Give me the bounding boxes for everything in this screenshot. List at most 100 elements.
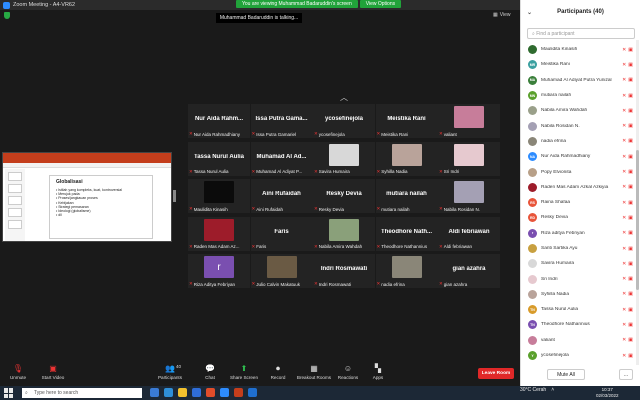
file-explorer-icon[interactable] bbox=[178, 388, 187, 397]
participant-row[interactable]: Maulidita Kinasih ✕ ▣ bbox=[521, 42, 639, 57]
powerpoint-icon[interactable] bbox=[234, 388, 243, 397]
window-title: Zoom Meeting - A4-VR62 bbox=[13, 2, 76, 8]
video-tile[interactable]: Aini Rufaidah ✕ Aini Rufaidah bbox=[250, 179, 313, 213]
split-drag-handle[interactable] bbox=[173, 190, 176, 202]
video-off-icon: ▣ bbox=[628, 352, 633, 359]
leave-room-button[interactable]: Leave Room bbox=[478, 368, 514, 379]
tile-label-text: Faris bbox=[256, 244, 267, 249]
video-tile[interactable]: ✕ Nabila Rosidan N. bbox=[438, 179, 500, 213]
video-tile[interactable]: mutiara nailah ✕ mutiara nailah bbox=[375, 179, 438, 213]
tile-label-text: Maulidita Kinasih bbox=[193, 206, 228, 212]
apps-icon: ▚ bbox=[374, 363, 382, 373]
participant-row[interactable]: Santi Sartika Ayu ✕ ▣ bbox=[521, 241, 639, 256]
taskbar-search-input[interactable]: ⌕ Type here to search bbox=[22, 388, 142, 398]
participant-row[interactable]: MA Muhamad Al Adiyat Putra Yunizal ✕ ▣ bbox=[521, 73, 639, 88]
video-tile[interactable]: ✕ Maulidita Kinasih bbox=[188, 179, 250, 213]
view-options-button[interactable]: View Options bbox=[359, 0, 402, 8]
mute-all-button[interactable]: Mute All bbox=[547, 369, 585, 380]
video-tile[interactable]: Faris ✕ Faris bbox=[250, 216, 313, 251]
windows-start-icon[interactable] bbox=[4, 388, 14, 398]
record-label: Record bbox=[270, 375, 286, 380]
store-icon[interactable] bbox=[192, 388, 201, 397]
slide-line: • dll bbox=[56, 213, 62, 218]
video-tile[interactable]: Aldi febriawan ✕ Aldi febriawan bbox=[438, 216, 500, 251]
participant-row[interactable]: Sri Indri ✕ ▣ bbox=[521, 271, 639, 286]
participant-name: ycosefinejola bbox=[541, 353, 569, 359]
word-icon[interactable] bbox=[248, 388, 257, 397]
participant-row[interactable]: MN mutiara nailah ✕ ▣ bbox=[521, 88, 639, 103]
weather-text[interactable]: 30°C Cerah bbox=[520, 387, 546, 393]
mic-muted-icon: ✕ bbox=[622, 291, 627, 298]
view-button[interactable]: ▦ View bbox=[493, 12, 510, 18]
participant-row[interactable]: Yycosefinejola ✕ ▣ bbox=[521, 348, 639, 363]
gallery-scroll-up-icon[interactable]: ︿ bbox=[340, 92, 348, 103]
clock[interactable]: 10:37 02/03/2022 bbox=[596, 387, 619, 398]
edge-icon[interactable] bbox=[164, 388, 173, 397]
participant-row[interactable]: Syhilla Nadia ✕ ▣ bbox=[521, 287, 639, 302]
video-tile[interactable]: Tassa Nurul Aulia ✕ Tassa Nurul Aulia bbox=[188, 141, 250, 176]
mic-muted-icon: ✕ bbox=[622, 260, 627, 267]
task-view-icon[interactable] bbox=[150, 388, 159, 397]
participant-row[interactable]: valiant ✕ ▣ bbox=[521, 333, 639, 348]
video-off-icon: ▣ bbox=[628, 260, 633, 267]
participant-row[interactable]: MR Meistika Rani ✕ ▣ bbox=[521, 57, 639, 72]
mic-muted-icon: ✕ bbox=[314, 206, 318, 211]
video-tile[interactable]: ✕ Julio Calvin Makatuuk bbox=[250, 254, 313, 288]
more-button[interactable]: ... bbox=[619, 369, 633, 380]
video-tile[interactable]: ycosefinejola ✕ ycosefinejola bbox=[313, 104, 375, 138]
tile-label: ✕ Meistika Rani bbox=[377, 131, 409, 137]
slide-heading: Globalisasi bbox=[56, 179, 83, 185]
video-tile[interactable]: ✕ Sri Indri bbox=[438, 141, 500, 176]
tile-label: ✕ Indri Rosmawati bbox=[314, 281, 351, 287]
video-tile[interactable]: ✕ Syhilla Nadia bbox=[375, 141, 438, 176]
chrome-icon[interactable] bbox=[206, 388, 215, 397]
participant-row[interactable]: Raden Mas Adam Azkal Azkiyia ✕ ▣ bbox=[521, 180, 639, 195]
participant-avatar: RD bbox=[528, 213, 537, 223]
video-tile[interactable]: Meistika Rani ✕ Meistika Rani bbox=[375, 104, 438, 138]
tile-label: ✕ ycosefinejola bbox=[314, 131, 345, 137]
video-tile[interactable]: Indri Rosmawati ✕ Indri Rosmawati bbox=[313, 254, 375, 288]
video-tile[interactable]: ✕ Savira Humaira bbox=[313, 141, 375, 176]
video-tile[interactable]: Muhamad Al Ad... ✕ Muhamad Al Adiyat P... bbox=[250, 141, 313, 176]
tile-display-name: Indri Rosmawati bbox=[320, 266, 368, 272]
tray-chevron-icon[interactable]: ˄ bbox=[551, 387, 554, 393]
participant-row[interactable]: Savira Humaira ✕ ▣ bbox=[521, 256, 639, 271]
video-off-icon: ▣ bbox=[628, 107, 633, 114]
participant-row[interactable]: RS Raina Shafaa ✕ ▣ bbox=[521, 195, 639, 210]
participant-row[interactable]: TN Tassa Nurul Aulia ✕ ▣ bbox=[521, 302, 639, 317]
video-tile[interactable]: ✕ nadia efrina bbox=[375, 254, 438, 288]
participant-row[interactable]: nadia efrina ✕ ▣ bbox=[521, 134, 639, 149]
participant-status-icons: ✕ ▣ bbox=[622, 200, 633, 206]
video-tile[interactable]: ✕ valiant bbox=[438, 104, 500, 138]
apps-button[interactable]: ▚ Apps bbox=[358, 364, 398, 380]
participant-photo bbox=[329, 143, 359, 166]
video-tile[interactable]: Nur Aida Rahm... ✕ Nur Aida Rahmadhiany bbox=[188, 104, 250, 138]
video-tile[interactable]: Theodhore Nath... ✕ Theodhore Nathannius bbox=[375, 216, 438, 251]
participant-row[interactable]: RD Resky Devia ✕ ▣ bbox=[521, 210, 639, 225]
participant-row[interactable]: Nabila Rosidan N. ✕ ▣ bbox=[521, 118, 639, 133]
security-shield-icon[interactable] bbox=[4, 12, 10, 19]
video-off-icon: ▣ bbox=[49, 363, 57, 373]
participants-button[interactable]: 👥 Participants bbox=[150, 364, 190, 380]
participant-row[interactable]: Popy Elvionita ✕ ▣ bbox=[521, 164, 639, 179]
participant-row[interactable]: Nabila Amira Wahdah ✕ ▣ bbox=[521, 103, 639, 118]
participant-row[interactable]: NA Nur Aida Rahmadhiany ✕ ▣ bbox=[521, 149, 639, 164]
participant-search-input[interactable]: ⌕ Find a participant bbox=[527, 28, 635, 39]
scrollbar-thumb[interactable] bbox=[636, 150, 639, 290]
video-tile[interactable]: ✕ Raden Mas Adam Az... bbox=[188, 216, 250, 251]
video-tile[interactable]: Resky Devia ✕ Resky Devia bbox=[313, 179, 375, 213]
video-tile[interactable]: r ✕ Riza Aditya Febriyan bbox=[188, 254, 250, 288]
ppt-ribbon bbox=[3, 153, 171, 163]
video-tile[interactable]: Issa Putra Gama... ✕ Issa Putra Gamariel bbox=[250, 104, 313, 138]
participant-row[interactable]: r Riza aditya Febriyan ✕ ▣ bbox=[521, 226, 639, 241]
record-button[interactable]: ⏺ Record bbox=[258, 364, 298, 380]
zoom-taskbar-icon[interactable] bbox=[220, 388, 229, 397]
start-video-button[interactable]: ▣ Start Video bbox=[33, 364, 73, 380]
video-off-icon: ▣ bbox=[628, 214, 633, 221]
participant-row[interactable]: TN Theodhore Nathannius ✕ ▣ bbox=[521, 317, 639, 332]
video-tile[interactable]: ✕ Nabila Amira Wahdah bbox=[313, 216, 375, 251]
shared-screen[interactable]: Globalisasi • Istilah yang kompleks, kua… bbox=[2, 152, 172, 242]
collapse-chevron-icon[interactable]: ⌄ bbox=[527, 9, 532, 16]
video-tile[interactable]: gian azahra ✕ gian azahra bbox=[438, 254, 500, 288]
participant-scrollbar[interactable] bbox=[636, 40, 639, 365]
